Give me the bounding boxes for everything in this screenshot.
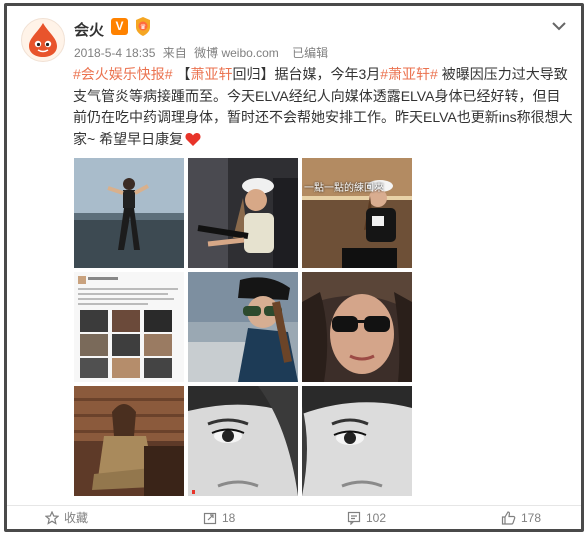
post-actions-bar: 收藏 18 102 178 — [7, 505, 581, 529]
comment-icon — [347, 511, 361, 525]
like-button[interactable]: 178 — [501, 511, 541, 525]
avatar[interactable] — [21, 18, 65, 62]
photo-sunglasses-selfie[interactable] — [302, 272, 412, 382]
post-source[interactable]: 微博 weibo.com — [194, 46, 279, 60]
repost-button[interactable]: 18 — [203, 511, 235, 525]
heart-emoji-icon — [185, 132, 201, 146]
username[interactable]: 会火 — [74, 19, 104, 40]
headline-open: 【 — [176, 66, 191, 82]
headline-name: 萧亚轩 — [190, 66, 233, 82]
mention-topic-link[interactable]: #萧亚轩# — [380, 66, 438, 82]
like-count: 178 — [521, 510, 542, 525]
photo-gym-cap[interactable] — [188, 158, 298, 268]
thumbs-up-icon — [501, 510, 516, 525]
star-icon — [45, 510, 59, 525]
svg-text:♛: ♛ — [140, 23, 146, 31]
post-meta: 2018-5-4 18:35 来自 微博 weibo.com 已编辑 — [74, 44, 332, 61]
photo-grid: 一點一點的練回來 — [74, 158, 414, 496]
favorite-label: 收藏 — [64, 511, 89, 525]
fire-drop-icon — [29, 23, 57, 57]
vip-badge: V — [111, 18, 128, 35]
topic-link[interactable]: #会火娱乐快报# — [73, 66, 173, 82]
post-date[interactable]: 2018-5-4 18:35 — [74, 46, 155, 60]
edited-label[interactable]: 已编辑 — [292, 46, 328, 60]
post-text: #会火娱乐快报# 【萧亚轩回归】据台媒，今年3月#萧亚轩# 被曝因压力过大导致支… — [73, 64, 573, 150]
repost-count: 18 — [222, 510, 236, 525]
photo-caption: 一點一點的練回來 — [304, 183, 384, 194]
comment-count: 102 — [366, 510, 387, 525]
weibo-post-card: 会火 V ♛ 2018-5-4 18:35 来自 微博 weibo.com 已编… — [4, 3, 584, 532]
headline-rest: 回归】 — [232, 66, 275, 82]
favorite-button[interactable]: 收藏 — [45, 509, 88, 526]
photo-bw-closeup-1[interactable] — [188, 386, 298, 496]
photo-screenshot-collage[interactable] — [74, 272, 184, 382]
chevron-down-icon[interactable] — [551, 20, 567, 32]
comment-button[interactable]: 102 — [347, 511, 386, 525]
text-part-1: 据台媒，今年3月 — [274, 66, 381, 82]
photo-studio-cap[interactable]: 一點一點的練回來 — [302, 158, 412, 268]
photo-sitting-room[interactable] — [74, 386, 184, 496]
photo-yoga-seaside[interactable] — [74, 158, 184, 268]
photo-sunglasses-cap[interactable] — [188, 272, 298, 382]
source-prefix: 来自 — [162, 46, 187, 60]
repost-icon — [203, 512, 217, 524]
medal-icon: ♛ — [136, 17, 150, 36]
photo-bw-closeup-2[interactable] — [302, 386, 412, 496]
